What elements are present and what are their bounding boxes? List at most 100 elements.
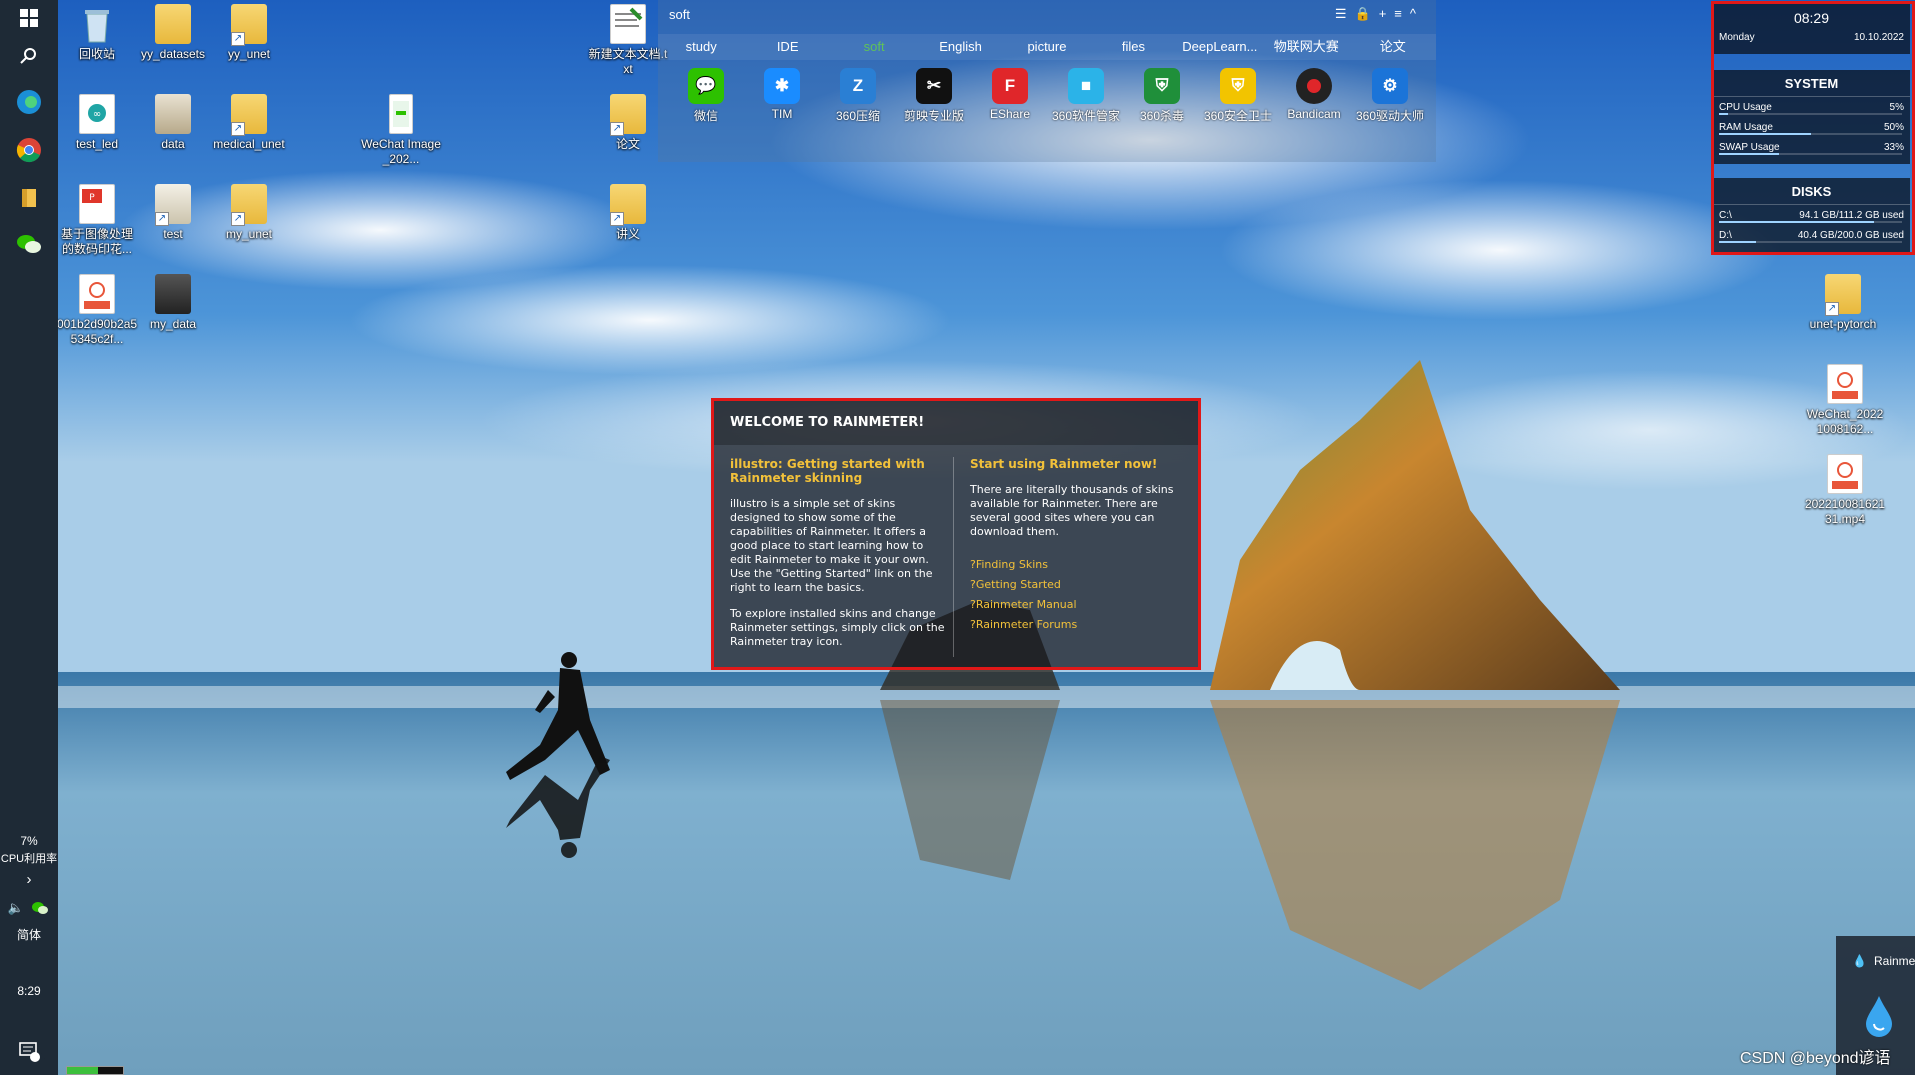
tab-lunwen[interactable]: 论文 [1350, 34, 1436, 60]
rainmeter-logo-icon[interactable] [1864, 994, 1894, 1043]
tab-iot-contest[interactable]: 物联网大赛 [1263, 34, 1349, 60]
taskbar-clock[interactable]: 8:29 [0, 984, 58, 998]
folder-shortcut-icon [610, 94, 646, 136]
file-explorer-icon[interactable] [13, 182, 45, 214]
app-wechat[interactable]: 💬 微信 [668, 68, 744, 128]
desktop-icon-my-unet[interactable]: my_unet [208, 184, 290, 242]
desktop-icon-test[interactable]: test [132, 184, 214, 242]
left-paragraph-1: illustro is a simple set of skins design… [730, 497, 933, 594]
app-360-antivirus[interactable]: ⛨ 360杀毒 [1124, 68, 1200, 128]
app-360-security[interactable]: ⛨ 360安全卫士 [1200, 68, 1276, 128]
360-software-manager-icon: ■ [1068, 68, 1104, 104]
plus-icon[interactable]: + [1379, 6, 1395, 21]
desktop-icon-yy-unet[interactable]: yy_unet [208, 4, 290, 62]
rainmeter-welcome-panel[interactable]: WELCOME TO RAINMETER! illustro: Getting … [711, 398, 1201, 670]
link-getting-started[interactable]: ?Getting Started [970, 575, 1194, 595]
tab-soft[interactable]: soft [831, 34, 917, 60]
clock-day: Monday [1719, 32, 1755, 43]
welcome-left-column: illustro: Getting started with Rainmeter… [730, 457, 946, 649]
tab-ide[interactable]: IDE [744, 34, 830, 60]
app-capcut[interactable]: ✂ 剪映专业版 [896, 68, 972, 128]
disk-d-bar [1719, 241, 1902, 243]
chrome-icon[interactable] [13, 134, 45, 166]
welcome-right-column: Start using Rainmeter now! There are lit… [970, 457, 1194, 635]
desktop-icon-new-text-doc[interactable]: 新建文本文档.txt [587, 4, 669, 77]
clock-date: 10.10.2022 [1853, 32, 1904, 43]
edge-icon[interactable] [13, 86, 45, 118]
mp4-file-icon [1827, 364, 1863, 404]
desktop-icon-wechat-mp4[interactable]: WeChat_20221008162... [1804, 364, 1886, 437]
app-tim[interactable]: ✱ TIM [744, 68, 820, 128]
desktop-icon-wechat-image[interactable]: WeChat Image_202... [360, 94, 442, 167]
windows-start-icon[interactable] [13, 2, 45, 34]
ram-usage-bar [1719, 133, 1902, 135]
tab-files[interactable]: files [1090, 34, 1176, 60]
lock-icon[interactable]: 🔒 [1355, 6, 1379, 21]
chevron-right-icon[interactable]: › [0, 871, 58, 888]
tab-picture[interactable]: picture [1004, 34, 1090, 60]
desktop-icon-test-led[interactable]: ∞ test_led [56, 94, 138, 152]
link-rainmeter-forums[interactable]: ?Rainmeter Forums [970, 615, 1194, 635]
mp4-file-icon [79, 274, 115, 314]
app-bandicam[interactable]: Bandicam [1276, 68, 1352, 128]
speaker-icon[interactable]: 🔈 [6, 892, 26, 924]
progress-fill [67, 1067, 98, 1074]
cpu-usage-bar [1719, 113, 1902, 115]
link-finding-skins[interactable]: ?Finding Skins [970, 555, 1194, 575]
ime-indicator[interactable]: 简体 [0, 926, 58, 943]
wechat-icon[interactable] [13, 228, 45, 260]
desktop-icon-mp4-001[interactable]: 001b2d90b2a55345c2f... [56, 274, 138, 347]
search-icon[interactable] [13, 40, 45, 72]
chevron-up-icon[interactable]: ^ [1410, 6, 1424, 21]
left-paragraph-2: To explore installed skins and change Ra… [730, 607, 945, 648]
notification-icon[interactable]: 1 [14, 1036, 46, 1068]
right-paragraph: There are literally thousands of skins a… [970, 483, 1174, 538]
svg-text:∞: ∞ [93, 109, 101, 120]
folder-shortcut-icon [1825, 274, 1861, 316]
fences-widget: soft ☰🔒+≡^ study IDE soft English pictur… [658, 0, 1436, 162]
column-divider [953, 457, 954, 657]
folder-shortcut-icon [231, 4, 267, 46]
menu-icon[interactable]: ≡ [1394, 6, 1410, 21]
fence-controls: ☰🔒+≡^ [1335, 6, 1424, 22]
app-eshare[interactable]: F EShare [972, 68, 1048, 128]
rainmeter-tray-label: Rainme [1874, 954, 1915, 968]
left-heading: illustro: Getting started with Rainmeter… [730, 457, 925, 485]
folder-shortcut-icon [610, 184, 646, 226]
app-360-driver[interactable]: ⚙ 360驱动大师 [1352, 68, 1428, 128]
fence-title[interactable]: soft [669, 7, 690, 22]
clock-time: 08:29 [1793, 10, 1830, 26]
tab-study[interactable]: study [658, 34, 744, 60]
desktop-icon-jiangyi[interactable]: 讲义 [587, 184, 669, 242]
folder-shortcut-icon [155, 184, 191, 226]
360-driver-icon: ⚙ [1372, 68, 1408, 104]
link-rainmeter-manual[interactable]: ?Rainmeter Manual [970, 595, 1194, 615]
rainmeter-clock[interactable]: 08:29 Monday 10.10.2022 [1713, 4, 1910, 54]
desktop-icon-unet-pytorch[interactable]: unet-pytorch [1802, 274, 1884, 332]
desktop-icon-lunwen[interactable]: 论文 [587, 94, 669, 152]
system-title: SYSTEM [1713, 70, 1910, 97]
tab-english[interactable]: English [917, 34, 1003, 60]
list-icon[interactable]: ☰ [1335, 6, 1355, 21]
tab-deeplearn[interactable]: DeepLearn... [1177, 34, 1263, 60]
desktop-icon-data[interactable]: data [132, 94, 214, 152]
wechat-tray-icon[interactable] [30, 892, 50, 924]
desktop-icon-my-data[interactable]: my_data [132, 274, 214, 332]
folder-icon [155, 94, 191, 134]
taskbar: 7% CPU利用率 › 🔈 简体 8:29 1 [0, 0, 58, 1075]
app-360zip[interactable]: Z 360压缩 [820, 68, 896, 128]
desktop-icon-yy-datasets[interactable]: yy_datasets [132, 4, 214, 62]
mp4-file-icon [1827, 454, 1863, 494]
cpu-usage-row: CPU Usage 5% [1713, 97, 1910, 117]
app-360-software-manager[interactable]: ■ 360软件管家 [1048, 68, 1124, 128]
desktop-icon-pdf[interactable]: P 基于图像处理的数码印花... [56, 184, 138, 257]
rainmeter-disks[interactable]: DISKS C:\ 94.1 GB/111.2 GB used D:\ 40.4 G… [1713, 178, 1910, 252]
rainmeter-system[interactable]: SYSTEM CPU Usage 5% RAM Usage 50% SWAP Usa… [1713, 70, 1910, 164]
360-security-icon: ⛨ [1220, 68, 1256, 104]
arduino-file-icon: ∞ [79, 94, 115, 134]
capcut-app-icon: ✂ [916, 68, 952, 104]
desktop-icon-recycle-bin[interactable]: 回收站 [56, 4, 138, 62]
desktop-icon-video-mp4[interactable]: 20221008162131.mp4 [1804, 454, 1886, 527]
cpu-label: CPU利用率 [0, 853, 58, 865]
desktop-icon-medical-unet[interactable]: medical_unet [208, 94, 290, 152]
